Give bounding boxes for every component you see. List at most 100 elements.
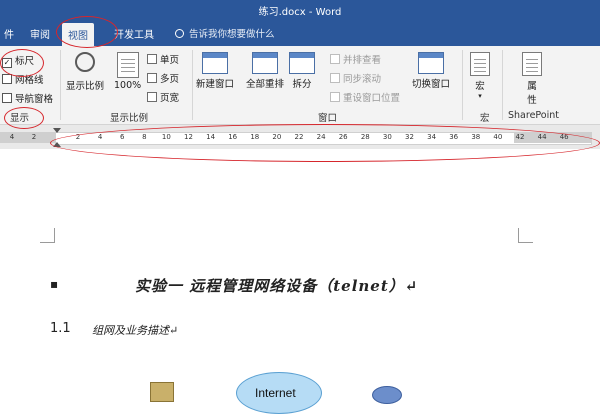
search-icon bbox=[175, 29, 184, 38]
gridlines-checkbox-label: 网格线 bbox=[15, 75, 44, 86]
zoom-100-label: 100% bbox=[114, 80, 142, 91]
ruler-right-margin bbox=[514, 132, 592, 143]
tab-review[interactable]: 审阅 bbox=[30, 26, 50, 41]
tab-view-label: 视图 bbox=[68, 31, 88, 42]
new-window-label: 新建窗口 bbox=[196, 79, 235, 90]
sync-scroll-button[interactable]: 同步滚动 bbox=[330, 71, 381, 85]
switch-windows-icon bbox=[418, 52, 444, 74]
side-by-side-label: 并排查看 bbox=[343, 55, 382, 66]
indent-marker-icon[interactable] bbox=[53, 128, 61, 133]
navigation-pane-checkbox[interactable]: 导航窗格 bbox=[2, 91, 53, 105]
indent-marker-icon[interactable] bbox=[53, 142, 61, 147]
ruler-checkbox[interactable]: ✓ 标尺 bbox=[2, 53, 35, 68]
side-by-side-icon bbox=[330, 54, 340, 64]
tab-file[interactable]: 件 bbox=[4, 26, 14, 41]
ruler-tick: 32 bbox=[405, 133, 414, 141]
arrange-all-button[interactable]: 全部重排 bbox=[246, 52, 284, 90]
tab-developer[interactable]: 开发工具 bbox=[114, 26, 154, 41]
ruler-tick: 26 bbox=[338, 133, 348, 141]
ruler-tick: 8 bbox=[142, 133, 147, 141]
properties-button[interactable]: 属 性 bbox=[522, 52, 542, 106]
group-divider bbox=[192, 50, 193, 120]
properties-label-line2: 性 bbox=[527, 95, 537, 106]
ribbon-tabs: 件 审阅 视图 开发工具 告诉我你想要做什么 bbox=[0, 20, 600, 46]
macros-button-label: 宏 bbox=[475, 81, 485, 92]
side-by-side-button[interactable]: 并排查看 bbox=[330, 52, 381, 66]
zoom-button-label: 显示比例 bbox=[66, 81, 105, 92]
multiple-pages-button[interactable]: 多页 bbox=[147, 71, 179, 85]
checkbox-checked-icon: ✓ bbox=[2, 58, 12, 68]
ribbon: ✓ 标尺 网格线 导航窗格 显示 显示比例 100% 单页 多页 页宽 显示比例 … bbox=[0, 46, 600, 125]
switch-windows-label: 切换窗口 bbox=[412, 79, 451, 90]
ruler-tick: 20 bbox=[272, 133, 282, 141]
multiple-pages-label: 多页 bbox=[160, 74, 180, 85]
ruler-tick: 24 bbox=[316, 133, 326, 141]
paragraph-mark: ▪ bbox=[50, 277, 59, 291]
split-icon bbox=[289, 52, 315, 74]
ruler-left-margin bbox=[0, 132, 55, 143]
ruler-checkbox-label: 标尺 bbox=[15, 56, 35, 67]
one-page-button[interactable]: 单页 bbox=[147, 52, 179, 66]
one-page-icon bbox=[147, 54, 157, 64]
new-window-icon bbox=[202, 52, 228, 74]
ruler-tick: 18 bbox=[250, 133, 260, 141]
ruler-tick: 30 bbox=[382, 133, 392, 141]
tell-me-box[interactable]: 告诉我你想要做什么 bbox=[175, 26, 275, 40]
checkbox-icon bbox=[2, 93, 12, 103]
window-group-label: 窗口 bbox=[318, 113, 338, 124]
document-heading[interactable]: 实验一 远程管理网络设备（telnet）↵ bbox=[135, 275, 418, 296]
zoom-button[interactable]: 显示比例 bbox=[66, 52, 104, 92]
sharepoint-group-label: SharePoint bbox=[508, 110, 560, 121]
tell-me-text: 告诉我你想要做什么 bbox=[189, 29, 275, 40]
ruler-tick: 4 bbox=[9, 133, 15, 141]
ruler-tick: 4 bbox=[97, 133, 103, 141]
reset-position-icon bbox=[330, 92, 340, 102]
new-window-button[interactable]: 新建窗口 bbox=[196, 52, 234, 90]
router-icon bbox=[372, 386, 402, 404]
show-group-label: 显示 bbox=[10, 113, 30, 124]
macro-icon bbox=[470, 52, 490, 76]
page-100-icon bbox=[116, 52, 139, 78]
checkbox-icon bbox=[2, 74, 12, 84]
navigation-pane-checkbox-label: 导航窗格 bbox=[15, 94, 54, 105]
reset-window-position-button[interactable]: 重设窗口位置 bbox=[330, 90, 400, 104]
title-bar: 练习.docx - Word bbox=[0, 0, 600, 20]
arrange-all-icon bbox=[252, 52, 278, 74]
chevron-down-icon: ▾ bbox=[478, 92, 482, 100]
sync-scroll-icon bbox=[330, 73, 340, 83]
ruler-tick: 10 bbox=[161, 133, 171, 141]
zoom-100-button[interactable]: 100% bbox=[114, 52, 141, 91]
switch-windows-button[interactable]: 切换窗口 bbox=[412, 52, 450, 90]
window-title: 练习.docx - Word bbox=[258, 7, 342, 18]
ruler-tick: 42 bbox=[515, 133, 525, 141]
split-label: 拆分 bbox=[292, 79, 312, 90]
ruler-tick: 22 bbox=[294, 133, 304, 141]
magnifier-icon bbox=[75, 52, 95, 72]
ruler-tick: 46 bbox=[559, 133, 569, 141]
ruler-tick: 14 bbox=[206, 133, 216, 141]
document-page[interactable]: ▪ 实验一 远程管理网络设备（telnet）↵ 1.1 组网及业务描述↵ Int… bbox=[0, 150, 600, 414]
macros-button[interactable]: 宏 ▾ bbox=[470, 52, 490, 100]
ruler-tick: 34 bbox=[427, 133, 437, 141]
horizontal-ruler[interactable]: 4 2 2 4 6 8 10 12 14 16 18 20 22 24 26 28 30 32 34 36 38 40… bbox=[0, 125, 600, 149]
properties-label-line1: 属 bbox=[527, 81, 537, 92]
group-divider bbox=[502, 50, 503, 120]
ruler-tick: 38 bbox=[471, 133, 481, 141]
ruler-tick: 12 bbox=[184, 133, 193, 141]
crop-mark bbox=[518, 228, 533, 243]
internet-label: Internet bbox=[255, 386, 296, 400]
gridlines-checkbox[interactable]: 网格线 bbox=[2, 72, 44, 86]
ruler-tick: 2 bbox=[75, 133, 81, 141]
section-number[interactable]: 1.1 bbox=[50, 321, 71, 336]
multiple-pages-icon bbox=[147, 73, 157, 83]
group-divider bbox=[462, 50, 463, 120]
ruler-tick: 28 bbox=[360, 133, 370, 141]
computer-icon bbox=[150, 382, 174, 402]
split-button[interactable]: 拆分 bbox=[289, 52, 315, 90]
group-divider bbox=[60, 50, 61, 120]
zoom-group-label: 显示比例 bbox=[110, 113, 149, 124]
properties-icon bbox=[522, 52, 542, 76]
tab-view[interactable]: 视图 bbox=[62, 23, 94, 46]
section-text[interactable]: 组网及业务描述↵ bbox=[92, 322, 178, 338]
page-width-button[interactable]: 页宽 bbox=[147, 90, 179, 104]
